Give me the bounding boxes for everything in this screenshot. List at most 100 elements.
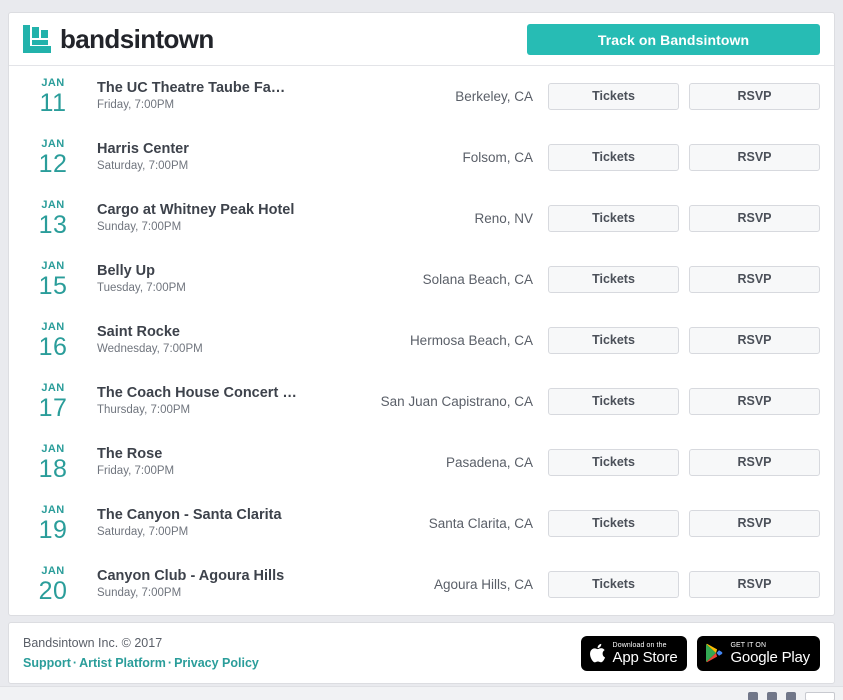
google-play-badge[interactable]: GET IT ON Google Play: [697, 636, 820, 671]
event-date-day: 19: [9, 518, 97, 543]
event-date-month: JAN: [9, 444, 97, 455]
event-actions: Tickets RSVP: [548, 449, 820, 476]
event-date: JAN11: [9, 77, 97, 116]
track-on-bandsintown-button[interactable]: Track on Bandsintown: [527, 24, 820, 55]
event-date: JAN18: [9, 443, 97, 482]
apple-logo-icon: [589, 643, 606, 663]
bookmark-item[interactable]: [22, 692, 25, 700]
event-location: San Juan Capistrano, CA: [308, 394, 548, 409]
rsvp-button[interactable]: RSVP: [689, 388, 820, 415]
bookmark-item[interactable]: [50, 692, 53, 700]
event-date-month: JAN: [9, 78, 97, 89]
event-location: Folsom, CA: [308, 150, 548, 165]
tickets-button[interactable]: Tickets: [548, 327, 679, 354]
footer-link-artist-platform[interactable]: Artist Platform: [79, 656, 166, 670]
bookmark-item[interactable]: [36, 692, 39, 700]
event-venue-name[interactable]: Canyon Club - Agoura Hills: [97, 568, 298, 585]
event-date: JAN 19: [9, 504, 97, 543]
rsvp-button[interactable]: RSVP: [689, 144, 820, 171]
page-header: bandsintown Track on Bandsintown: [9, 13, 834, 66]
event-actions: Tickets RSVP: [548, 571, 820, 598]
rsvp-button[interactable]: RSVP: [689, 266, 820, 293]
event-venue-name[interactable]: Harris Center: [97, 141, 298, 158]
rsvp-button[interactable]: RSVP: [689, 571, 820, 598]
event-date-day: 17: [9, 396, 97, 421]
tickets-button[interactable]: Tickets: [548, 205, 679, 232]
app-store-small-label: Download on the: [613, 642, 678, 649]
rsvp-button[interactable]: RSVP: [689, 449, 820, 476]
app-store-badge[interactable]: Download on the App Store: [581, 636, 688, 671]
tickets-button[interactable]: Tickets: [548, 571, 679, 598]
event-venue-name[interactable]: The UC Theatre Taube Family Music Hall: [97, 80, 298, 97]
google-play-small-label: GET IT ON: [730, 642, 810, 649]
event-date-month: JAN: [9, 505, 97, 516]
event-datetime: Friday, 7:00PM: [97, 465, 298, 479]
tickets-button[interactable]: Tickets: [548, 144, 679, 171]
event-row: JAN17The Coach House Concert HallThursda…: [9, 371, 834, 432]
event-info: Canyon Club - Agoura Hills Sunday, 7:00PM: [97, 568, 308, 601]
event-row: JAN12Harris CenterSaturday, 7:00PMFolsom…: [9, 127, 834, 188]
event-row: JAN16Saint RockeWednesday, 7:00PMHermosa…: [9, 310, 834, 371]
tickets-button[interactable]: Tickets: [548, 83, 679, 110]
event-datetime: Wednesday, 7:00PM: [97, 343, 298, 357]
event-date-day: 16: [9, 335, 97, 360]
refresh-icon[interactable]: [748, 692, 758, 700]
rsvp-button[interactable]: RSVP: [689, 327, 820, 354]
event-info: The Canyon - Santa ClaritaSaturday, 7:00…: [97, 507, 308, 540]
event-location: Agoura Hills, CA: [308, 577, 548, 592]
event-row: JAN11The UC Theatre Taube Family Music H…: [9, 66, 834, 127]
rsvp-button[interactable]: RSVP: [689, 83, 820, 110]
event-location: Reno, NV: [308, 211, 548, 226]
bandsintown-logo-icon: [23, 25, 51, 53]
event-location: Pasadena, CA: [308, 455, 548, 470]
tickets-button[interactable]: Tickets: [548, 266, 679, 293]
footer-link-support[interactable]: Support: [23, 656, 71, 670]
event-info: Cargo at Whitney Peak HotelSunday, 7:00P…: [97, 202, 308, 235]
event-info: The UC Theatre Taube Family Music Hall Fr…: [97, 80, 308, 113]
event-venue-name[interactable]: The Coach House Concert Hall: [97, 385, 298, 402]
event-date-day: 15: [9, 274, 97, 299]
event-actions: Tickets RSVP: [548, 327, 820, 354]
brand-logo[interactable]: bandsintown: [23, 25, 214, 53]
events-list: JAN11The UC Theatre Taube Family Music H…: [9, 66, 834, 615]
browser-bookmarks-bar[interactable]: [0, 686, 843, 700]
footer-link-separator-1: ·: [71, 656, 79, 670]
event-info: The Rose Friday, 7:00PM: [97, 446, 308, 479]
event-venue-name[interactable]: The Canyon - Santa Clarita: [97, 507, 298, 524]
app-store-text: Download on the App Store: [613, 642, 678, 665]
lock-icon[interactable]: [767, 692, 777, 700]
event-location: Hermosa Beach, CA: [308, 333, 548, 348]
event-datetime: Sunday, 7:00PM: [97, 587, 298, 601]
footer-links: Support·Artist Platform·Privacy Policy: [23, 654, 581, 672]
event-row: JAN13Cargo at Whitney Peak HotelSunday, …: [9, 188, 834, 249]
event-venue-name[interactable]: Cargo at Whitney Peak Hotel: [97, 202, 298, 219]
google-play-big-label: Google Play: [730, 650, 810, 665]
window-icon[interactable]: [786, 692, 796, 700]
event-location: Solana Beach, CA: [308, 272, 548, 287]
event-datetime: Friday, 7:00PM: [97, 99, 298, 113]
event-date-month: JAN: [9, 200, 97, 211]
event-date-month: JAN: [9, 383, 97, 394]
tickets-button[interactable]: Tickets: [548, 388, 679, 415]
rsvp-button[interactable]: RSVP: [689, 205, 820, 232]
browser-input-box[interactable]: [805, 692, 835, 700]
event-location: Berkeley, CA: [308, 89, 548, 104]
event-location: Santa Clarita, CA: [308, 516, 548, 531]
footer-text-block: Bandsintown Inc. © 2017 Support·Artist P…: [23, 634, 581, 671]
footer-link-privacy-policy[interactable]: Privacy Policy: [174, 656, 259, 670]
event-venue-name[interactable]: The Rose: [97, 446, 298, 463]
tickets-button[interactable]: Tickets: [548, 510, 679, 537]
rsvp-button[interactable]: RSVP: [689, 510, 820, 537]
event-date-month: JAN: [9, 261, 97, 272]
event-actions: Tickets RSVP: [548, 266, 820, 293]
event-date-month: JAN: [9, 566, 97, 577]
event-date: JAN 17: [9, 382, 97, 421]
brand-name: bandsintown: [60, 26, 214, 52]
tickets-button[interactable]: Tickets: [548, 449, 679, 476]
event-row: JAN 19The Canyon - Santa ClaritaSaturday,…: [9, 493, 834, 554]
event-date-day: 12: [9, 152, 97, 177]
event-date: JAN13: [9, 199, 97, 238]
event-venue-name[interactable]: Saint Rocke: [97, 324, 298, 341]
bookmark-item[interactable]: [8, 692, 11, 700]
event-venue-name[interactable]: Belly Up: [97, 263, 298, 280]
